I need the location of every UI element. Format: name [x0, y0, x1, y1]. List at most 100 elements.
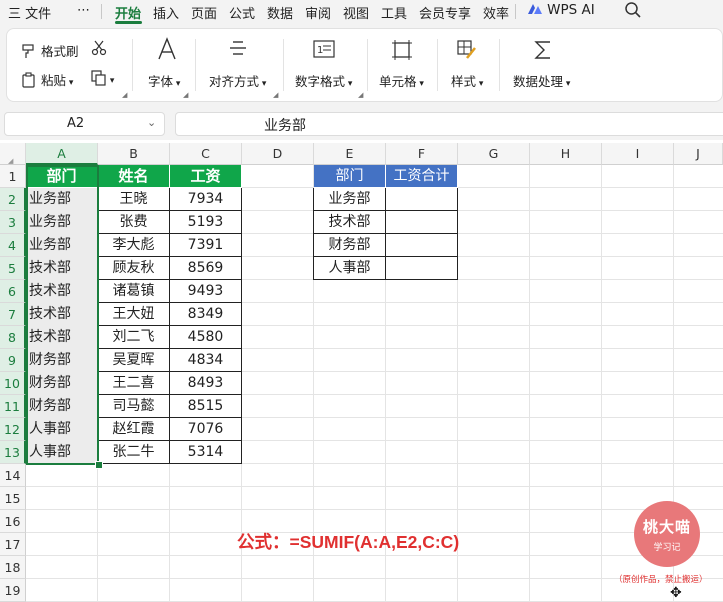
column-header-b[interactable]: B — [98, 143, 170, 165]
cut-icon[interactable] — [91, 40, 107, 59]
search-icon[interactable] — [624, 1, 642, 23]
column-header-f[interactable]: F — [386, 143, 458, 165]
style-button[interactable]: 样式 ▾ — [451, 71, 483, 90]
summary-cell-department[interactable]: 业务部 — [314, 188, 386, 211]
table-cell-name[interactable]: 王大妞 — [98, 303, 170, 326]
table-cell-name[interactable]: 吴夏晖 — [98, 349, 170, 372]
table-cell-name[interactable]: 李大彪 — [98, 234, 170, 257]
table-cell-salary[interactable]: 4834 — [170, 349, 242, 372]
table-cell-salary[interactable]: 4580 — [170, 326, 242, 349]
table-cell-name[interactable]: 王晓 — [98, 188, 170, 211]
table-cell-salary[interactable]: 5193 — [170, 211, 242, 234]
summary-cell-total[interactable] — [386, 188, 458, 211]
summary-cell-department[interactable]: 财务部 — [314, 234, 386, 257]
summary-cell-total[interactable] — [386, 211, 458, 234]
summary-cell-total[interactable] — [386, 234, 458, 257]
table-cell-name[interactable]: 诸葛镇 — [98, 280, 170, 303]
row-header-16[interactable]: 16 — [0, 510, 26, 533]
row-header-12[interactable]: 12 — [0, 418, 26, 441]
table-cell-salary[interactable]: 8493 — [170, 372, 242, 395]
column-header-d[interactable]: D — [242, 143, 314, 165]
tab-member[interactable]: 会员专享 — [419, 3, 471, 22]
table-cell-salary[interactable]: 8515 — [170, 395, 242, 418]
tab-efficiency[interactable]: 效率 — [483, 3, 509, 22]
summary-header-cell[interactable]: 工资合计 — [386, 165, 458, 188]
column-header-h[interactable]: H — [530, 143, 602, 165]
tab-page[interactable]: 页面 — [191, 3, 217, 22]
tab-formula[interactable]: 公式 — [229, 3, 255, 22]
table-cell-salary[interactable]: 5314 — [170, 441, 242, 464]
dialog-launcher-icon[interactable]: ◢ — [122, 91, 127, 99]
cell-button[interactable]: 单元格 ▾ — [379, 71, 424, 90]
row-header-13[interactable]: 13 — [0, 441, 26, 464]
table-cell-name[interactable]: 顾友秋 — [98, 257, 170, 280]
select-all-corner[interactable]: ◢ — [0, 143, 26, 165]
row-header-3[interactable]: 3 — [0, 211, 26, 234]
data-processing-button[interactable]: 数据处理 ▾ — [513, 71, 570, 90]
dialog-launcher-icon[interactable]: ◢ — [183, 91, 188, 99]
row-header-15[interactable]: 15 — [0, 487, 26, 510]
row-header-19[interactable]: 19 — [0, 579, 26, 602]
row-header-4[interactable]: 4 — [0, 234, 26, 257]
table-cell-salary[interactable]: 8349 — [170, 303, 242, 326]
column-header-j[interactable]: J — [674, 143, 723, 165]
summary-header-cell[interactable]: 部门 — [314, 165, 386, 188]
summary-cell-total[interactable] — [386, 257, 458, 280]
font-button[interactable]: 字体 ▾ — [148, 71, 180, 90]
tab-data[interactable]: 数据 — [267, 3, 293, 22]
format-painter-button[interactable]: 格式刷 — [21, 41, 79, 60]
align-button[interactable]: 对齐方式 ▾ — [209, 71, 266, 90]
row-header-1[interactable]: 1 — [0, 165, 26, 188]
fill-handle[interactable] — [95, 461, 103, 469]
wps-ai-button[interactable]: WPS AI — [527, 2, 595, 18]
row-header-9[interactable]: 9 — [0, 349, 26, 372]
more-menu[interactable]: ⋯ — [77, 3, 90, 18]
column-header-g[interactable]: G — [458, 143, 530, 165]
summary-cell-department[interactable]: 技术部 — [314, 211, 386, 234]
paste-button[interactable]: 粘贴 ▾ — [21, 70, 73, 89]
table-cell-salary[interactable]: 7076 — [170, 418, 242, 441]
row-header-8[interactable]: 8 — [0, 326, 26, 349]
table-cell-name[interactable]: 王二喜 — [98, 372, 170, 395]
row-header-18[interactable]: 18 — [0, 556, 26, 579]
table-cell-name[interactable]: 张费 — [98, 211, 170, 234]
table-cell-salary[interactable]: 8569 — [170, 257, 242, 280]
column-header-e[interactable]: E — [314, 143, 386, 165]
table-cell-salary[interactable]: 7391 — [170, 234, 242, 257]
table-header-cell[interactable]: 工资 — [170, 165, 242, 188]
tab-tools[interactable]: 工具 — [381, 3, 407, 22]
column-header-a[interactable]: A — [26, 143, 98, 165]
name-box[interactable]: A2 ⌄ — [4, 112, 165, 136]
number-format-button[interactable]: 数字格式 ▾ — [295, 71, 352, 90]
chevron-down-icon[interactable]: ⌄ — [147, 116, 156, 129]
table-header-cell[interactable]: 姓名 — [98, 165, 170, 188]
column-header-i[interactable]: I — [602, 143, 674, 165]
tab-home[interactable]: 开始 — [115, 3, 141, 22]
table-cell-salary[interactable]: 9493 — [170, 280, 242, 303]
dialog-launcher-icon[interactable]: ◢ — [273, 91, 278, 99]
table-cell-name[interactable]: 张二牛 — [98, 441, 170, 464]
column-header-c[interactable]: C — [170, 143, 242, 165]
table-cell-salary[interactable]: 7934 — [170, 188, 242, 211]
table-cell-name[interactable]: 刘二飞 — [98, 326, 170, 349]
row-header-7[interactable]: 7 — [0, 303, 26, 326]
summary-cell-department[interactable]: 人事部 — [314, 257, 386, 280]
tab-review[interactable]: 审阅 — [305, 3, 331, 22]
table-cell-name[interactable]: 赵红霞 — [98, 418, 170, 441]
row-header-14[interactable]: 14 — [0, 464, 26, 487]
row-header-2[interactable]: 2 — [0, 188, 26, 211]
row-header-11[interactable]: 11 — [0, 395, 26, 418]
tab-insert[interactable]: 插入 — [153, 3, 179, 22]
formula-input[interactable]: 业务部 — [175, 112, 723, 136]
number-format-icon: 1 — [313, 40, 335, 61]
row-header-17[interactable]: 17 — [0, 533, 26, 556]
row-header-10[interactable]: 10 — [0, 372, 26, 395]
dialog-launcher-icon[interactable]: ◢ — [358, 91, 363, 99]
tab-view[interactable]: 视图 — [343, 3, 369, 22]
row-header-5[interactable]: 5 — [0, 257, 26, 280]
table-cell-name[interactable]: 司马懿 — [98, 395, 170, 418]
watermark-sub: 学习记 — [653, 543, 681, 553]
copy-button[interactable]: ▾ — [91, 70, 114, 86]
row-header-6[interactable]: 6 — [0, 280, 26, 303]
file-menu[interactable]: 三 文件 — [8, 3, 51, 22]
